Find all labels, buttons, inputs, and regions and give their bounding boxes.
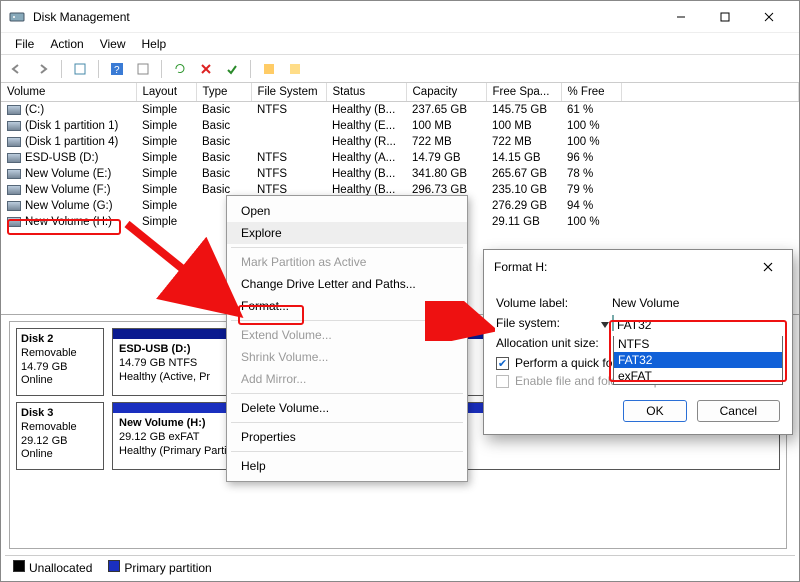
- part-status: Healthy (Active, Pr: [119, 371, 210, 383]
- menu-file[interactable]: File: [9, 35, 40, 53]
- disk-media: Removable: [21, 347, 77, 359]
- col-layout[interactable]: Layout: [136, 83, 196, 102]
- tb-icon-3[interactable]: [133, 59, 153, 79]
- allocation-label: Allocation unit size:: [496, 336, 612, 350]
- volume-label-label: Volume label:: [496, 296, 612, 310]
- dialog-title: Format H:: [494, 260, 547, 274]
- filesystem-dropdown: NTFS FAT32 exFAT: [613, 336, 783, 385]
- ctx-delete[interactable]: Delete Volume...: [227, 397, 467, 419]
- table-row[interactable]: (C:)SimpleBasicNTFSHealthy (B...237.65 G…: [1, 102, 799, 119]
- menubar: File Action View Help: [1, 33, 799, 55]
- part-size: 29.12 GB exFAT: [119, 431, 200, 443]
- col-extra[interactable]: [621, 83, 799, 102]
- disk-title: Disk 3: [21, 407, 53, 419]
- app-window: Disk Management File Action View Help ?: [0, 0, 800, 582]
- drive-icon: [7, 105, 21, 115]
- dialog-close-button[interactable]: [754, 256, 782, 278]
- legend-primary: Primary partition: [108, 560, 211, 575]
- help-icon[interactable]: ?: [107, 59, 127, 79]
- fs-option-fat32[interactable]: FAT32: [614, 352, 782, 368]
- ctx-explore[interactable]: Explore: [227, 222, 467, 244]
- legend: Unallocated Primary partition: [5, 555, 795, 579]
- disk-media: Removable: [21, 421, 77, 433]
- ctx-mark-active: Mark Partition as Active: [227, 251, 467, 273]
- back-icon[interactable]: [7, 59, 27, 79]
- tb-icon-1[interactable]: [70, 59, 90, 79]
- menu-action[interactable]: Action: [44, 35, 89, 53]
- part-size: 14.79 GB NTFS: [119, 357, 197, 369]
- col-capacity[interactable]: Capacity: [406, 83, 486, 102]
- col-type[interactable]: Type: [196, 83, 251, 102]
- minimize-button[interactable]: [659, 3, 703, 31]
- part-title: ESD-USB (D:): [119, 343, 191, 355]
- toolbar: ?: [1, 55, 799, 83]
- col-fs[interactable]: File System: [251, 83, 326, 102]
- checkbox-icon: ✔: [496, 357, 509, 370]
- delete-icon[interactable]: [196, 59, 216, 79]
- tb-icon-7[interactable]: [259, 59, 279, 79]
- checkbox-icon: [496, 375, 509, 388]
- col-status[interactable]: Status: [326, 83, 406, 102]
- col-free[interactable]: Free Spa...: [486, 83, 561, 102]
- disk-state: Online: [21, 448, 53, 460]
- ctx-open[interactable]: Open: [227, 200, 467, 222]
- chevron-down-icon: [601, 322, 609, 328]
- fs-option-exfat[interactable]: exFAT: [614, 368, 782, 384]
- filesystem-selected: FAT32: [617, 318, 651, 332]
- col-volume[interactable]: Volume: [1, 83, 136, 102]
- forward-icon[interactable]: [33, 59, 53, 79]
- drive-icon: [7, 121, 21, 131]
- drive-icon: [7, 217, 21, 227]
- cancel-button[interactable]: Cancel: [697, 400, 780, 422]
- disk-size: 14.79 GB: [21, 361, 67, 373]
- ctx-mirror: Add Mirror...: [227, 368, 467, 390]
- ctx-shrink: Shrink Volume...: [227, 346, 467, 368]
- refresh-icon[interactable]: [170, 59, 190, 79]
- filesystem-combobox[interactable]: FAT32 NTFS FAT32 exFAT: [612, 315, 614, 331]
- fs-option-ntfs[interactable]: NTFS: [614, 336, 782, 352]
- disk-header-3: Disk 3 Removable 29.12 GB Online: [16, 402, 104, 470]
- ctx-help[interactable]: Help: [227, 455, 467, 477]
- col-pctfree[interactable]: % Free: [561, 83, 621, 102]
- ctx-properties[interactable]: Properties: [227, 426, 467, 448]
- table-row[interactable]: ESD-USB (D:)SimpleBasicNTFSHealthy (A...…: [1, 150, 799, 166]
- drive-icon: [7, 185, 21, 195]
- volume-label-value[interactable]: New Volume: [612, 296, 780, 310]
- svg-text:?: ?: [114, 65, 120, 76]
- close-button[interactable]: [747, 3, 791, 31]
- ctx-change-letter[interactable]: Change Drive Letter and Paths...: [227, 273, 467, 295]
- disk-size: 29.12 GB: [21, 435, 67, 447]
- table-row[interactable]: (Disk 1 partition 4)SimpleBasicHealthy (…: [1, 134, 799, 150]
- disk-state: Online: [21, 374, 53, 386]
- drive-icon: [7, 169, 21, 179]
- menu-help[interactable]: Help: [136, 35, 173, 53]
- format-dialog: Format H: Volume label: New Volume File …: [483, 249, 793, 435]
- titlebar: Disk Management: [1, 1, 799, 33]
- table-row[interactable]: (Disk 1 partition 1)SimpleBasicHealthy (…: [1, 118, 799, 134]
- disk-header-2: Disk 2 Removable 14.79 GB Online: [16, 328, 104, 396]
- ok-button[interactable]: OK: [623, 400, 686, 422]
- check-icon[interactable]: [222, 59, 242, 79]
- ctx-extend: Extend Volume...: [227, 324, 467, 346]
- app-icon: [9, 9, 25, 25]
- context-menu: Open Explore Mark Partition as Active Ch…: [226, 195, 468, 482]
- drive-icon: [7, 201, 21, 211]
- column-headers: Volume Layout Type File System Status Ca…: [1, 83, 799, 102]
- tb-icon-8[interactable]: [285, 59, 305, 79]
- maximize-button[interactable]: [703, 3, 747, 31]
- filesystem-label: File system:: [496, 316, 612, 330]
- table-row[interactable]: New Volume (E:)SimpleBasicNTFSHealthy (B…: [1, 166, 799, 182]
- ctx-format[interactable]: Format...: [227, 295, 467, 317]
- window-title: Disk Management: [33, 10, 130, 24]
- drive-icon: [7, 153, 21, 163]
- menu-view[interactable]: View: [94, 35, 132, 53]
- disk-title: Disk 2: [21, 333, 53, 345]
- legend-unallocated: Unallocated: [13, 560, 92, 575]
- drive-icon: [7, 137, 21, 147]
- part-title: New Volume (H:): [119, 417, 206, 429]
